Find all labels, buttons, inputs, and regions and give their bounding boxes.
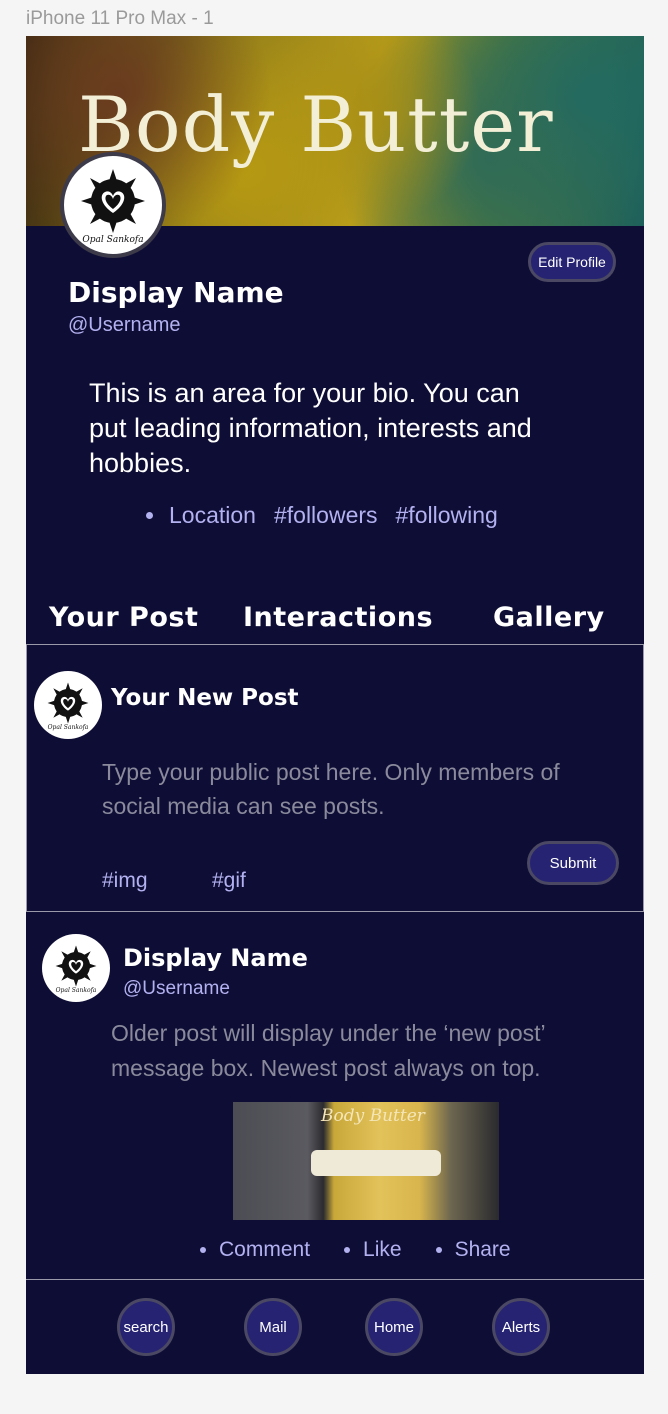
profile-stats: Location #followers #following	[146, 502, 516, 529]
stat-location[interactable]: Location	[169, 502, 256, 529]
new-post-input[interactable]: Type your public post here. Only members…	[102, 755, 622, 823]
avatar-caption: Opal Sankofa	[47, 723, 89, 731]
stat-followers[interactable]: #followers	[274, 502, 378, 529]
post-actions: Comment Like Share	[200, 1238, 545, 1262]
profile-username: @Username	[68, 314, 181, 336]
post-text: Older post will display under the ‘new p…	[111, 1020, 545, 1081]
submit-button[interactable]: Submit	[527, 841, 619, 885]
tab-interactions[interactable]: Interactions	[243, 602, 433, 633]
new-post-title: Your New Post	[111, 685, 299, 711]
nav-mail-button[interactable]: Mail	[244, 1298, 302, 1356]
bottom-nav: search Mail Home Alerts	[26, 1280, 644, 1374]
phone-screen: Body Butter Opal Sankofa Edit Profile Di…	[26, 36, 644, 1374]
bullet-icon	[146, 512, 153, 519]
tag-gif-button[interactable]: #gif	[212, 869, 246, 893]
share-button[interactable]: Share	[455, 1238, 511, 1262]
nav-alerts-button[interactable]: Alerts	[492, 1298, 550, 1356]
nav-home-button[interactable]: Home	[365, 1298, 423, 1356]
nav-search-button[interactable]: search	[117, 1298, 175, 1356]
post-avatar[interactable]: Opal Sankofa	[42, 934, 110, 1002]
jar-lid	[311, 1150, 441, 1176]
tag-img-button[interactable]: #img	[102, 869, 148, 893]
bullet-icon	[200, 1247, 206, 1253]
profile-tabs: Your Post Interactions Gallery	[26, 602, 644, 642]
new-post-box: Opal Sankofa Your New Post Type your pub…	[26, 644, 644, 912]
profile-bio: This is an area for your bio. You can pu…	[89, 378, 532, 478]
banner-title: Body Butter	[78, 80, 554, 169]
frame-label: iPhone 11 Pro Max - 1	[26, 8, 214, 29]
edit-profile-button[interactable]: Edit Profile	[528, 242, 616, 282]
post-image-label: Body Butter	[321, 1106, 425, 1126]
profile-display-name: Display Name	[68, 276, 284, 309]
sankofa-heart-icon	[47, 682, 89, 723]
avatar-caption: Opal Sankofa	[55, 986, 97, 994]
like-button[interactable]: Like	[363, 1238, 402, 1262]
tab-gallery[interactable]: Gallery	[493, 602, 605, 633]
bullet-icon	[344, 1247, 351, 1253]
sankofa-heart-icon	[81, 169, 145, 233]
profile-avatar[interactable]: Opal Sankofa	[60, 152, 166, 258]
feed-post: Opal Sankofa Display Name @Username Olde…	[26, 912, 644, 1280]
avatar-caption: Opal Sankofa	[82, 235, 144, 245]
bullet-icon	[435, 1247, 442, 1253]
tab-your-post[interactable]: Your Post	[49, 602, 198, 633]
post-image[interactable]: Body Butter	[233, 1102, 499, 1220]
sankofa-heart-icon	[55, 945, 97, 986]
stat-following[interactable]: #following	[396, 502, 498, 529]
new-post-avatar: Opal Sankofa	[34, 671, 102, 739]
comment-button[interactable]: Comment	[219, 1238, 310, 1262]
post-username[interactable]: @Username	[123, 978, 230, 1000]
post-display-name[interactable]: Display Name	[123, 944, 308, 972]
